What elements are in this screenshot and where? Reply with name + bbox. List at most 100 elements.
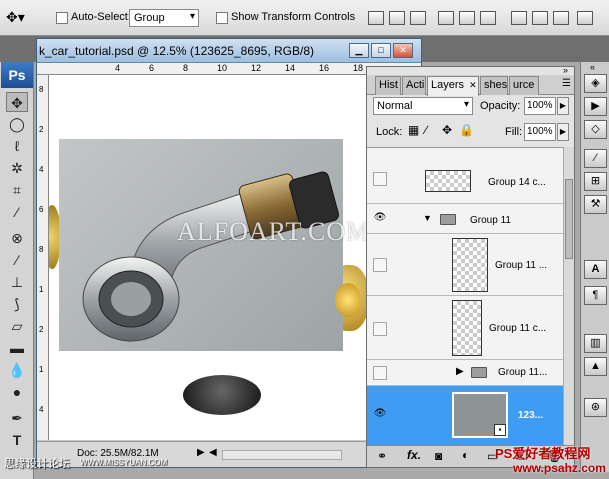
visibility-toggle[interactable] [373, 172, 387, 186]
layer-list: Group 14 c... 👁 ▼ Group 11 Group 11 ... … [367, 147, 574, 445]
eye-icon[interactable]: 👁 [373, 408, 387, 422]
dock-brush-icon[interactable]: ⁄ [584, 149, 607, 168]
link-icon[interactable]: ⚭ [377, 449, 387, 463]
dock-layers-icon[interactable]: ◇ [584, 120, 607, 139]
layer-row[interactable]: Group 11 c... [367, 296, 563, 360]
clone-stamp-tool-icon[interactable]: ⊥ [6, 272, 28, 292]
lasso-tool-icon[interactable]: ℓ [6, 136, 28, 156]
layer-name: Group 11 ... [495, 260, 548, 271]
dock-info-icon[interactable]: ▥ [584, 334, 607, 353]
distribute-vcenter-icon[interactable] [532, 11, 548, 25]
pen-tool-icon[interactable]: ✒ [6, 408, 28, 428]
blur-tool-icon[interactable]: 💧 [6, 360, 28, 380]
adjustment-icon[interactable]: ◐ [462, 448, 469, 462]
folder-icon [471, 367, 487, 378]
blend-mode-dropdown[interactable]: Normal ▾ [373, 97, 473, 115]
align-top-icon[interactable] [368, 11, 384, 25]
maximize-button[interactable]: □ [371, 43, 391, 58]
lock-position-icon[interactable]: ✥ [442, 123, 452, 137]
site-name-right: PS爱好者教程网 [495, 446, 591, 461]
image-canvas[interactable] [49, 75, 369, 440]
layer-row[interactable]: Group 11 ... [367, 234, 563, 296]
distribute-bottom-icon[interactable] [553, 11, 569, 25]
canvas-watermark: ALFOART.COM [177, 217, 371, 246]
fill-input[interactable]: 100% [524, 123, 556, 141]
layer-name: 123... [518, 410, 544, 421]
eraser-tool-icon[interactable]: ▱ [6, 316, 28, 336]
dock-tool-presets-icon[interactable]: ⚒ [584, 195, 607, 214]
show-transform-checkbox[interactable] [216, 12, 228, 24]
tab-brushes[interactable]: shes [480, 76, 508, 95]
magic-wand-tool-icon[interactable]: ✲ [6, 158, 28, 178]
visibility-toggle[interactable] [373, 322, 387, 336]
lock-transparent-icon[interactable]: ▦ [408, 123, 419, 137]
eyedropper-tool-icon[interactable]: ⁄ [6, 202, 28, 222]
layer-row-selected[interactable]: 👁 ▪ 123... [367, 386, 563, 445]
type-tool-icon[interactable]: T [6, 430, 28, 450]
ruler-tick: 4 [39, 165, 44, 174]
tab-layers[interactable]: Layers ✕ [427, 76, 479, 96]
panel-menu-icon[interactable]: ☰ [562, 78, 571, 89]
panel-collapse-icon[interactable]: » [563, 65, 568, 75]
dock-character-icon[interactable]: A [584, 260, 607, 279]
document-title-bar[interactable]: k_car_tutorial.psd @ 12.5% (123625_8695,… [37, 39, 421, 63]
mask-icon[interactable]: ◙ [435, 449, 442, 463]
opacity-slider-arrow-icon[interactable]: ▶ [557, 97, 569, 115]
visibility-toggle[interactable] [373, 258, 387, 272]
layer-row[interactable]: Group 14 c... [367, 148, 563, 204]
ruler-tick: 8 [39, 245, 44, 254]
group-expand-arrow-icon[interactable]: ▶ [456, 366, 464, 377]
fill-slider-arrow-icon[interactable]: ▶ [557, 123, 569, 141]
ruler-tick: 6 [149, 63, 155, 73]
dodge-tool-icon[interactable]: ● [6, 382, 28, 402]
visibility-toggle[interactable] [373, 366, 387, 380]
close-icon[interactable]: ✕ [469, 80, 477, 90]
tab-source[interactable]: urce [509, 76, 539, 95]
layer-name: Group 11... [498, 367, 548, 378]
dock-histogram-icon[interactable]: ▲ [584, 357, 607, 376]
align-bottom-icon[interactable] [410, 11, 426, 25]
layer-group-row[interactable]: ▶ Group 11... [367, 360, 563, 386]
auto-select-checkbox[interactable] [56, 12, 68, 24]
align-right-icon[interactable] [480, 11, 496, 25]
dock-channels-icon[interactable]: ⊛ [584, 398, 607, 417]
crop-tool-icon[interactable]: ⌗ [6, 180, 28, 200]
align-left-icon[interactable] [438, 11, 454, 25]
layers-scrollbar[interactable] [563, 147, 574, 445]
dock-clone-source-icon[interactable]: ⊞ [584, 172, 607, 191]
dock-collapse-icon[interactable]: « [590, 62, 595, 72]
align-hcenter-icon[interactable] [459, 11, 475, 25]
distribute-left-icon[interactable] [577, 11, 593, 25]
dock-play-icon[interactable]: ▶ [584, 97, 607, 116]
opacity-input[interactable]: 100% [524, 97, 556, 115]
lock-pixels-icon[interactable]: ∕ [425, 123, 427, 137]
fx-icon[interactable]: fx. [407, 448, 421, 462]
group-collapse-arrow-icon[interactable]: ▼ [423, 213, 432, 223]
horizontal-scrollbar[interactable] [222, 450, 342, 460]
auto-select-dropdown[interactable]: Group ▾ [129, 9, 199, 27]
move-tool-icon[interactable]: ✥ [6, 92, 28, 112]
dock-navigator-icon[interactable]: ◈ [584, 74, 607, 93]
move-tool-icon[interactable]: ✥▾ [6, 9, 26, 27]
close-button[interactable]: ✕ [393, 43, 413, 58]
healing-tool-icon[interactable]: ⊗ [6, 228, 28, 248]
align-vcenter-icon[interactable] [389, 11, 405, 25]
eye-icon[interactable]: 👁 [373, 212, 387, 226]
brush-tool-icon[interactable]: ∕ [6, 250, 28, 270]
status-menu-arrow-icon[interactable]: ▶ [197, 447, 205, 458]
layer-group-row[interactable]: 👁 ▼ Group 11 [367, 204, 563, 234]
history-brush-tool-icon[interactable]: ⟆ [6, 294, 28, 314]
lock-all-icon[interactable]: 🔒 [459, 123, 474, 137]
gradient-tool-icon[interactable]: ▬ [6, 338, 28, 358]
tab-history[interactable]: Hist [375, 76, 401, 95]
horizontal-ruler: 4 6 8 10 12 14 16 18 [37, 63, 421, 75]
dock-paragraph-icon[interactable]: ¶ [584, 286, 607, 305]
minimize-button[interactable]: ▁ [349, 43, 369, 58]
distribute-top-icon[interactable] [511, 11, 527, 25]
document-window: k_car_tutorial.psd @ 12.5% (123625_8695,… [36, 38, 422, 468]
scroll-thumb[interactable] [565, 179, 573, 259]
car-wheel-rim [335, 283, 361, 317]
marquee-tool-icon[interactable]: ◯ [6, 114, 28, 134]
scroll-left-icon[interactable]: ◀ [209, 447, 217, 458]
tab-actions[interactable]: Acti [402, 76, 426, 95]
